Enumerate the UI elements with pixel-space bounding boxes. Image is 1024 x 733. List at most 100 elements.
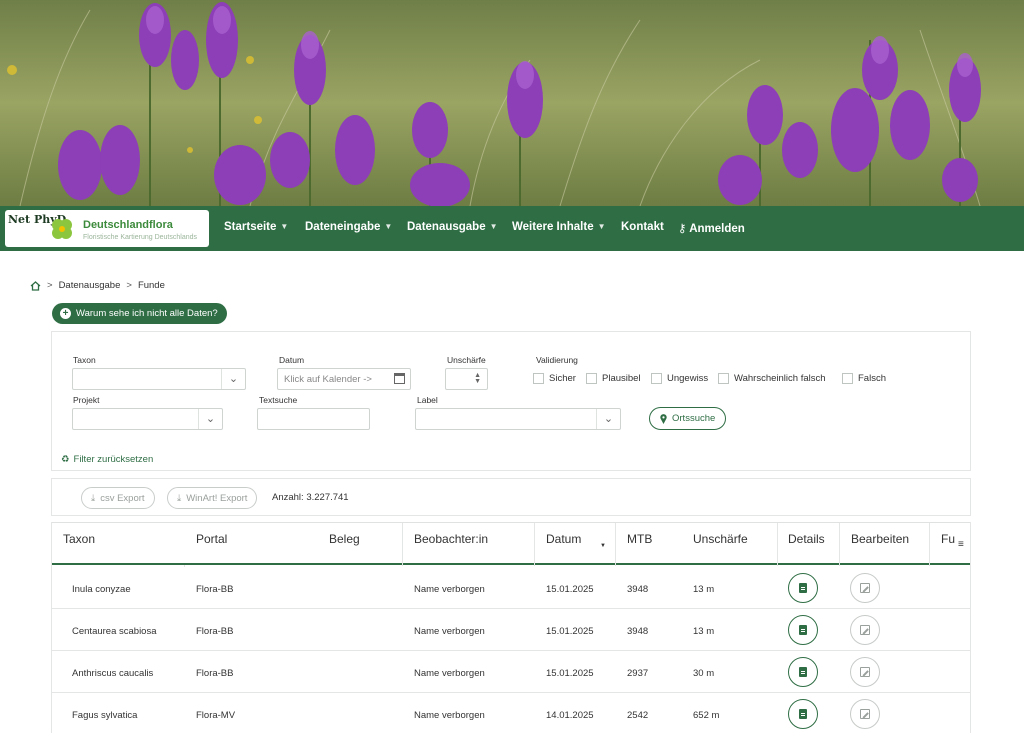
cell-unschaerfe: 13 m	[693, 626, 715, 637]
label-label: Label	[417, 395, 438, 405]
chevron-down-icon[interactable]: ⌄	[221, 369, 245, 389]
column-divider	[839, 523, 840, 566]
header-beobachter[interactable]: Beobachter:in	[414, 532, 488, 546]
validierung-ungewiss[interactable]: Ungewiss	[651, 373, 708, 384]
download-icon: ⤓	[177, 492, 182, 504]
map-pin-icon	[660, 413, 667, 424]
checkbox-label: Falsch	[858, 373, 886, 384]
unschaerfe-stepper[interactable]: ▲ ▼	[445, 368, 488, 390]
sort-desc-icon[interactable]: ▼	[600, 543, 606, 549]
column-menu-icon[interactable]: ≡	[958, 539, 964, 550]
header-taxon[interactable]: Taxon	[63, 532, 95, 546]
validierung-sicher[interactable]: Sicher	[533, 373, 576, 384]
chevron-down-icon[interactable]: ⌄	[198, 409, 222, 429]
nav-dateneingabe[interactable]: Dateneingabe ▼	[305, 221, 392, 233]
column-divider	[777, 523, 778, 566]
checkbox-label: Ungewiss	[667, 373, 709, 384]
cell-unschaerfe: 652 m	[693, 710, 720, 721]
table-row[interactable]: Anthriscus caucalis Flora-BB Name verbor…	[52, 651, 970, 693]
cell-portal: Flora-BB	[196, 668, 234, 679]
checkbox[interactable]	[842, 373, 853, 384]
table-row[interactable]: Centaurea scabiosa Flora-BB Name verborg…	[52, 609, 970, 651]
document-icon	[799, 625, 807, 635]
details-button[interactable]	[788, 615, 818, 645]
chevron-down-icon: ▼	[384, 222, 393, 231]
breadcrumb-separator: >	[126, 280, 132, 291]
edit-button[interactable]	[850, 615, 880, 645]
cell-beobachter: Name verborgen	[414, 710, 485, 721]
details-button[interactable]	[788, 657, 818, 687]
checkbox[interactable]	[586, 373, 597, 384]
nav-kontakt[interactable]: Kontakt	[621, 221, 664, 233]
cell-beobachter: Name verborgen	[414, 584, 485, 595]
checkbox[interactable]	[718, 373, 729, 384]
ortssuche-label: Ortssuche	[672, 413, 716, 424]
datum-placeholder: Klick auf Kalender ->	[284, 374, 372, 385]
edit-button[interactable]	[850, 657, 880, 687]
validierung-wahrscheinlich-falsch[interactable]: Wahrscheinlich falsch	[718, 373, 826, 384]
cell-mtb: 3948	[627, 626, 649, 637]
header-fu[interactable]: Fu	[941, 532, 955, 546]
label-select[interactable]: ⌄	[415, 408, 621, 430]
header-portal[interactable]: Portal	[196, 532, 227, 546]
datum-label: Datum	[279, 355, 305, 365]
nav-startseite[interactable]: Startseite ▼	[224, 221, 288, 233]
edit-icon	[860, 709, 870, 719]
cell-mtb: 2937	[627, 668, 649, 679]
header-mtb[interactable]: MTB	[627, 532, 652, 546]
table-row[interactable]: Inula conyzae Flora-BB Name verborgen 15…	[52, 567, 970, 609]
table-header: Taxon Portal Beleg Beobachter:in Datum ▼…	[52, 522, 970, 566]
csv-export-button[interactable]: ⤓ csv Export	[81, 487, 155, 509]
cell-datum: 15.01.2025	[546, 626, 594, 637]
header-bearbeiten: Bearbeiten	[851, 532, 910, 546]
breadcrumb-item-datenausgabe[interactable]: Datenausgabe	[59, 280, 121, 291]
cell-datum: 15.01.2025	[546, 584, 594, 595]
header-beleg[interactable]: Beleg	[329, 532, 360, 546]
header-unschaerfe[interactable]: Unschärfe	[693, 532, 748, 546]
taxon-label: Taxon	[73, 355, 96, 365]
validierung-falsch[interactable]: Falsch	[842, 373, 886, 384]
hero-banner-image	[0, 0, 1024, 206]
ortssuche-button[interactable]: Ortssuche	[649, 407, 727, 430]
validierung-plausibel[interactable]: Plausibel	[586, 373, 641, 384]
edit-button[interactable]	[850, 699, 880, 729]
textsuche-input[interactable]	[257, 408, 370, 430]
header-details: Details	[788, 532, 825, 546]
details-button[interactable]	[788, 573, 818, 603]
nav-label: Kontakt	[621, 221, 664, 233]
cell-beobachter: Name verborgen	[414, 626, 485, 637]
chevron-down-icon: ▼	[597, 222, 606, 231]
cell-taxon: Inula conyzae	[72, 584, 131, 595]
site-logo[interactable]: Net PhyD Deutschlandflora Floristische K…	[5, 210, 209, 247]
stepper-arrows-icon[interactable]: ▲ ▼	[474, 372, 481, 385]
chevron-down-icon[interactable]: ⌄	[596, 409, 620, 429]
details-button[interactable]	[788, 699, 818, 729]
cell-beobachter: Name verborgen	[414, 668, 485, 679]
nav-weitere-inhalte[interactable]: Weitere Inhalte ▼	[512, 221, 606, 233]
header-datum[interactable]: Datum	[546, 532, 581, 546]
taxon-select[interactable]: ⌄	[72, 368, 246, 390]
nav-anmelden[interactable]: ⚷ Anmelden	[678, 221, 745, 235]
checkbox[interactable]	[651, 373, 662, 384]
filter-reset-link[interactable]: ♻ Filter zurücksetzen	[61, 454, 153, 465]
clover-logo-icon	[52, 219, 72, 239]
nav-datenausgabe[interactable]: Datenausgabe ▼	[407, 221, 498, 233]
cell-unschaerfe: 13 m	[693, 584, 715, 595]
home-icon[interactable]	[30, 280, 41, 291]
edit-button[interactable]	[850, 573, 880, 603]
document-icon	[799, 709, 807, 719]
edit-icon	[860, 667, 870, 677]
chevron-down-icon: ▼	[280, 222, 289, 231]
cell-mtb: 3948	[627, 584, 649, 595]
download-icon: ⤓	[91, 492, 96, 504]
cell-taxon: Fagus sylvatica	[72, 710, 138, 721]
unschaerfe-label: Unschärfe	[447, 355, 486, 365]
checkbox[interactable]	[533, 373, 544, 384]
calendar-icon[interactable]	[394, 373, 405, 384]
table-row[interactable]: Fagus sylvatica Flora-MV Name verborgen …	[52, 693, 970, 733]
why-not-all-data-button[interactable]: + Warum sehe ich nicht alle Daten?	[52, 303, 227, 324]
projekt-select[interactable]: ⌄	[72, 408, 223, 430]
datum-input[interactable]: Klick auf Kalender ->	[277, 368, 411, 390]
winart-export-button[interactable]: ⤓ WinArt! Export	[167, 487, 258, 509]
cell-portal: Flora-MV	[196, 710, 236, 721]
